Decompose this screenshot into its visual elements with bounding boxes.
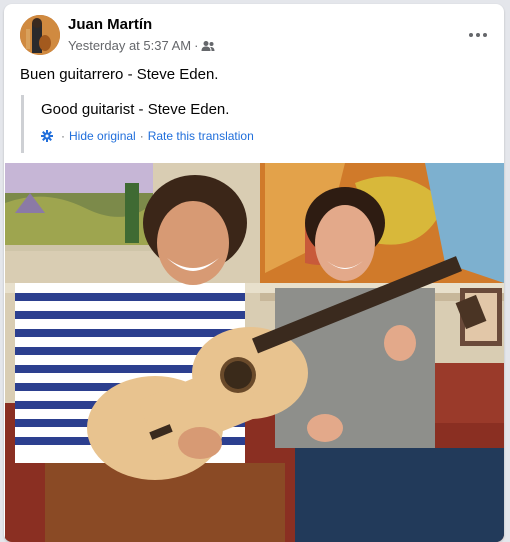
translation-block: Good guitarist - Steve Eden. · Hide orig…	[21, 95, 484, 153]
timestamp[interactable]: Yesterday at 5:37 AM	[68, 38, 191, 53]
more-options-button[interactable]	[460, 17, 496, 53]
post-header: Juan Martín Yesterday at 5:37 AM ·	[20, 15, 488, 59]
rate-translation-link[interactable]: Rate this translation	[148, 129, 254, 143]
gear-icon[interactable]	[41, 130, 53, 142]
meta-separator: ·	[194, 38, 199, 53]
translated-text: Good guitarist - Steve Eden.	[41, 101, 230, 118]
friends-icon[interactable]	[201, 40, 215, 52]
author-name[interactable]: Juan Martín	[68, 16, 152, 33]
post-text: Buen guitarrero - Steve Eden.	[20, 66, 219, 83]
more-horizontal-icon	[469, 33, 487, 37]
action-separator: ·	[61, 129, 65, 143]
action-separator: ·	[139, 129, 144, 143]
post-meta: Yesterday at 5:37 AM ·	[68, 38, 215, 53]
hide-original-link[interactable]: Hide original	[69, 129, 136, 143]
translation-actions: · Hide original · Rate this translation	[41, 129, 254, 143]
post-card: Juan Martín Yesterday at 5:37 AM · Buen …	[4, 4, 504, 542]
post-photo[interactable]	[5, 163, 504, 542]
avatar[interactable]	[20, 15, 60, 55]
